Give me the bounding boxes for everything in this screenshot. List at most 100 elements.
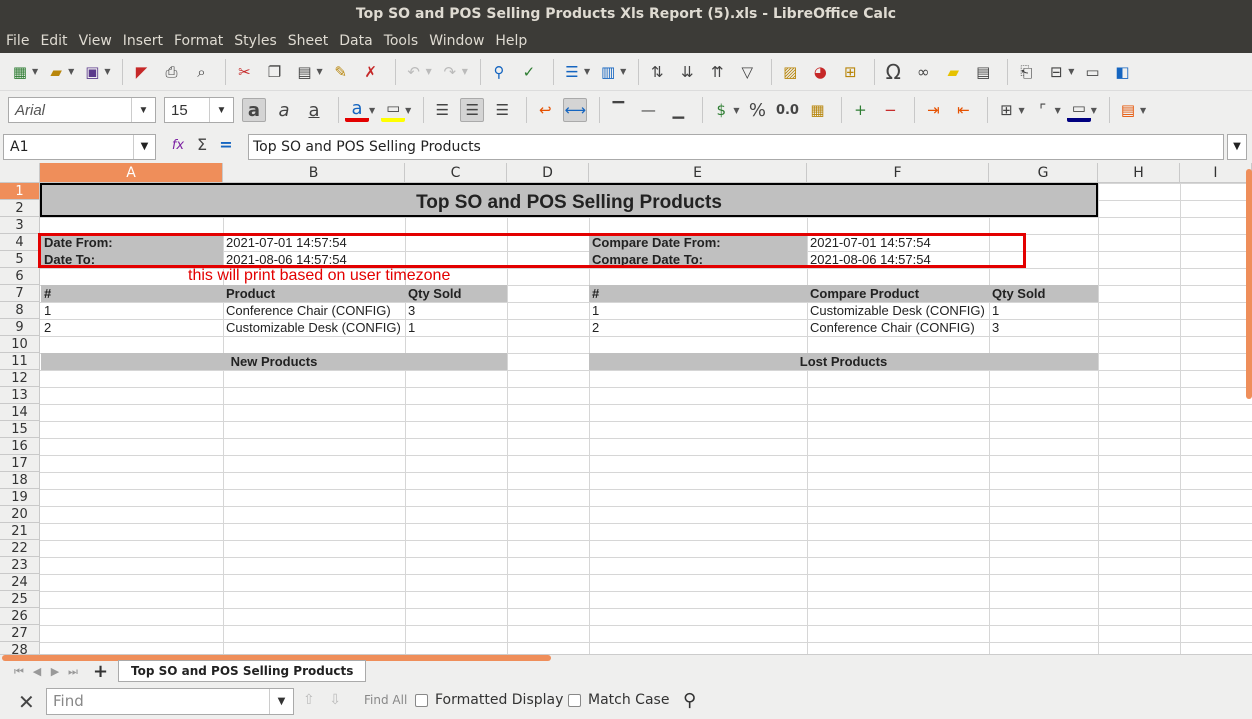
table-cell[interactable]: 3 [989, 319, 1098, 336]
row-header[interactable]: 20 [0, 506, 40, 523]
find-input[interactable]: Find ▼ [46, 688, 294, 715]
expand-formula-bar-button[interactable]: ▼ [1227, 134, 1247, 160]
checkbox-box[interactable] [568, 693, 581, 707]
align-right-icon[interactable]: ☰ [490, 98, 514, 122]
table-cell[interactable]: 3 [405, 302, 507, 319]
menu-file[interactable]: File [6, 33, 29, 49]
chevron-down-icon[interactable]: ▼ [131, 98, 155, 122]
row-header[interactable]: 21 [0, 523, 40, 540]
menu-data[interactable]: Data [339, 33, 372, 49]
table-cell[interactable]: 1 [405, 319, 507, 336]
find-previous-icon[interactable]: ⇧ [303, 692, 315, 708]
column-header-i[interactable]: I [1180, 163, 1252, 183]
lost-products-header[interactable]: Lost Products [589, 353, 1098, 370]
insert-chart-icon[interactable]: ◕ [808, 60, 832, 84]
headers-footers-icon[interactable]: ▤ [971, 60, 995, 84]
conditional-format-icon[interactable]: ▤ [1116, 98, 1140, 122]
match-case-checkbox[interactable]: Match Case [568, 692, 669, 708]
table-cell[interactable]: 1 [589, 302, 807, 319]
right-header-qty[interactable]: Qty Sold [989, 285, 1098, 302]
define-print-area-icon[interactable]: ⎗ [1014, 60, 1038, 84]
row-header[interactable]: 8 [0, 302, 40, 319]
add-sheet-icon[interactable]: + [93, 661, 108, 682]
column-header-g[interactable]: G [989, 163, 1098, 183]
sort-ascending-icon[interactable]: ⇈ [705, 60, 729, 84]
table-cell[interactable]: 2 [589, 319, 807, 336]
font-color-dropdown-icon[interactable]: ▼ [369, 106, 375, 115]
special-character-icon[interactable]: Ω [881, 60, 905, 84]
freeze-rows-columns-icon[interactable]: ⊟ [1044, 60, 1068, 84]
right-header-number[interactable]: # [589, 285, 807, 302]
save-icon[interactable]: ▣ [80, 60, 104, 84]
row-header[interactable]: 9 [0, 319, 40, 336]
find-replace-icon[interactable]: ⚲ [683, 690, 696, 711]
chevron-down-icon[interactable]: ▼ [269, 689, 293, 714]
cut-icon[interactable]: ✂ [232, 60, 256, 84]
date-format-icon[interactable]: ▦ [805, 98, 829, 122]
formatted-display-checkbox[interactable]: Formatted Display [415, 692, 563, 708]
close-find-icon[interactable]: ✕ [18, 690, 35, 714]
menu-view[interactable]: View [79, 33, 112, 49]
row-header[interactable]: 23 [0, 557, 40, 574]
redo-icon[interactable]: ↷ [438, 60, 462, 84]
row-header[interactable]: 26 [0, 608, 40, 625]
delete-decimal-icon[interactable]: − [878, 98, 902, 122]
column-header-d[interactable]: D [507, 163, 589, 183]
row-header[interactable]: 27 [0, 625, 40, 642]
font-name-box[interactable]: Arial ▼ [8, 97, 156, 123]
border-style-icon[interactable]: ⌜ [1031, 98, 1055, 122]
border-style-dropdown-icon[interactable]: ▼ [1055, 106, 1061, 115]
row-header[interactable]: 7 [0, 285, 40, 302]
menu-help[interactable]: Help [495, 33, 527, 49]
tab-sheet[interactable]: Top SO and POS Selling Products [118, 660, 367, 682]
name-box[interactable]: A1 ▼ [3, 134, 156, 160]
find-replace-icon[interactable]: ⚲ [487, 60, 511, 84]
row-header[interactable]: 11 [0, 353, 40, 370]
menu-edit[interactable]: Edit [40, 33, 67, 49]
chevron-down-icon[interactable]: ▼ [133, 135, 155, 159]
border-color-dropdown-icon[interactable]: ▼ [1091, 106, 1097, 115]
table-cell[interactable]: 1 [41, 302, 223, 319]
row-header[interactable]: 3 [0, 217, 40, 234]
row-header[interactable]: 28 [0, 642, 40, 654]
save-dropdown-icon[interactable]: ▼ [104, 67, 110, 76]
highlight-color-icon[interactable]: ▭ [381, 98, 406, 122]
row-header[interactable]: 1 [0, 183, 40, 200]
paste-dropdown-icon[interactable]: ▼ [316, 67, 322, 76]
left-header-qty[interactable]: Qty Sold [405, 285, 507, 302]
menu-format[interactable]: Format [174, 33, 223, 49]
align-top-icon[interactable]: ▔ [606, 98, 630, 122]
column-header-h[interactable]: H [1098, 163, 1180, 183]
align-left-icon[interactable]: ☰ [430, 98, 454, 122]
freeze-dropdown-icon[interactable]: ▼ [1068, 67, 1074, 76]
checkbox-box[interactable] [415, 693, 428, 707]
border-color-icon[interactable]: ▭ [1066, 98, 1091, 122]
row-icon[interactable]: ☰ [560, 60, 584, 84]
sort-descending-icon[interactable]: ⇊ [675, 60, 699, 84]
undo-icon[interactable]: ↶ [402, 60, 426, 84]
clear-formatting-icon[interactable]: ✗ [359, 60, 383, 84]
row-header[interactable]: 19 [0, 489, 40, 506]
percent-format-icon[interactable]: % [745, 98, 769, 122]
underline-icon[interactable]: a [302, 98, 326, 122]
chevron-down-icon[interactable]: ▼ [209, 98, 233, 122]
open-dropdown-icon[interactable]: ▼ [68, 67, 74, 76]
spelling-icon[interactable]: ✓ [517, 60, 541, 84]
redo-dropdown-icon[interactable]: ▼ [462, 67, 468, 76]
table-cell[interactable]: Conference Chair (CONFIG) [807, 319, 989, 336]
last-sheet-icon[interactable]: ⏭ [64, 665, 82, 679]
comment-icon[interactable]: ▰ [941, 60, 965, 84]
menu-insert[interactable]: Insert [123, 33, 163, 49]
row-header[interactable]: 12 [0, 370, 40, 387]
print-icon[interactable]: ⎙ [159, 60, 183, 84]
italic-icon[interactable]: a [272, 98, 296, 122]
borders-icon[interactable]: ⊞ [994, 98, 1018, 122]
row-header[interactable]: 17 [0, 455, 40, 472]
function-wizard-icon[interactable]: fx [166, 135, 190, 157]
autofilter-icon[interactable]: ▽ [735, 60, 759, 84]
clone-formatting-icon[interactable]: ✎ [329, 60, 353, 84]
row-header[interactable]: 2 [0, 200, 40, 217]
spreadsheet-grid[interactable]: A B C D E F G H I 1 2 3 4 5 6 7 8 9 10 11 12 13 14 15 1… [0, 163, 1252, 654]
open-folder-icon[interactable]: ▰ [44, 60, 68, 84]
sum-icon[interactable]: Σ [190, 135, 214, 157]
